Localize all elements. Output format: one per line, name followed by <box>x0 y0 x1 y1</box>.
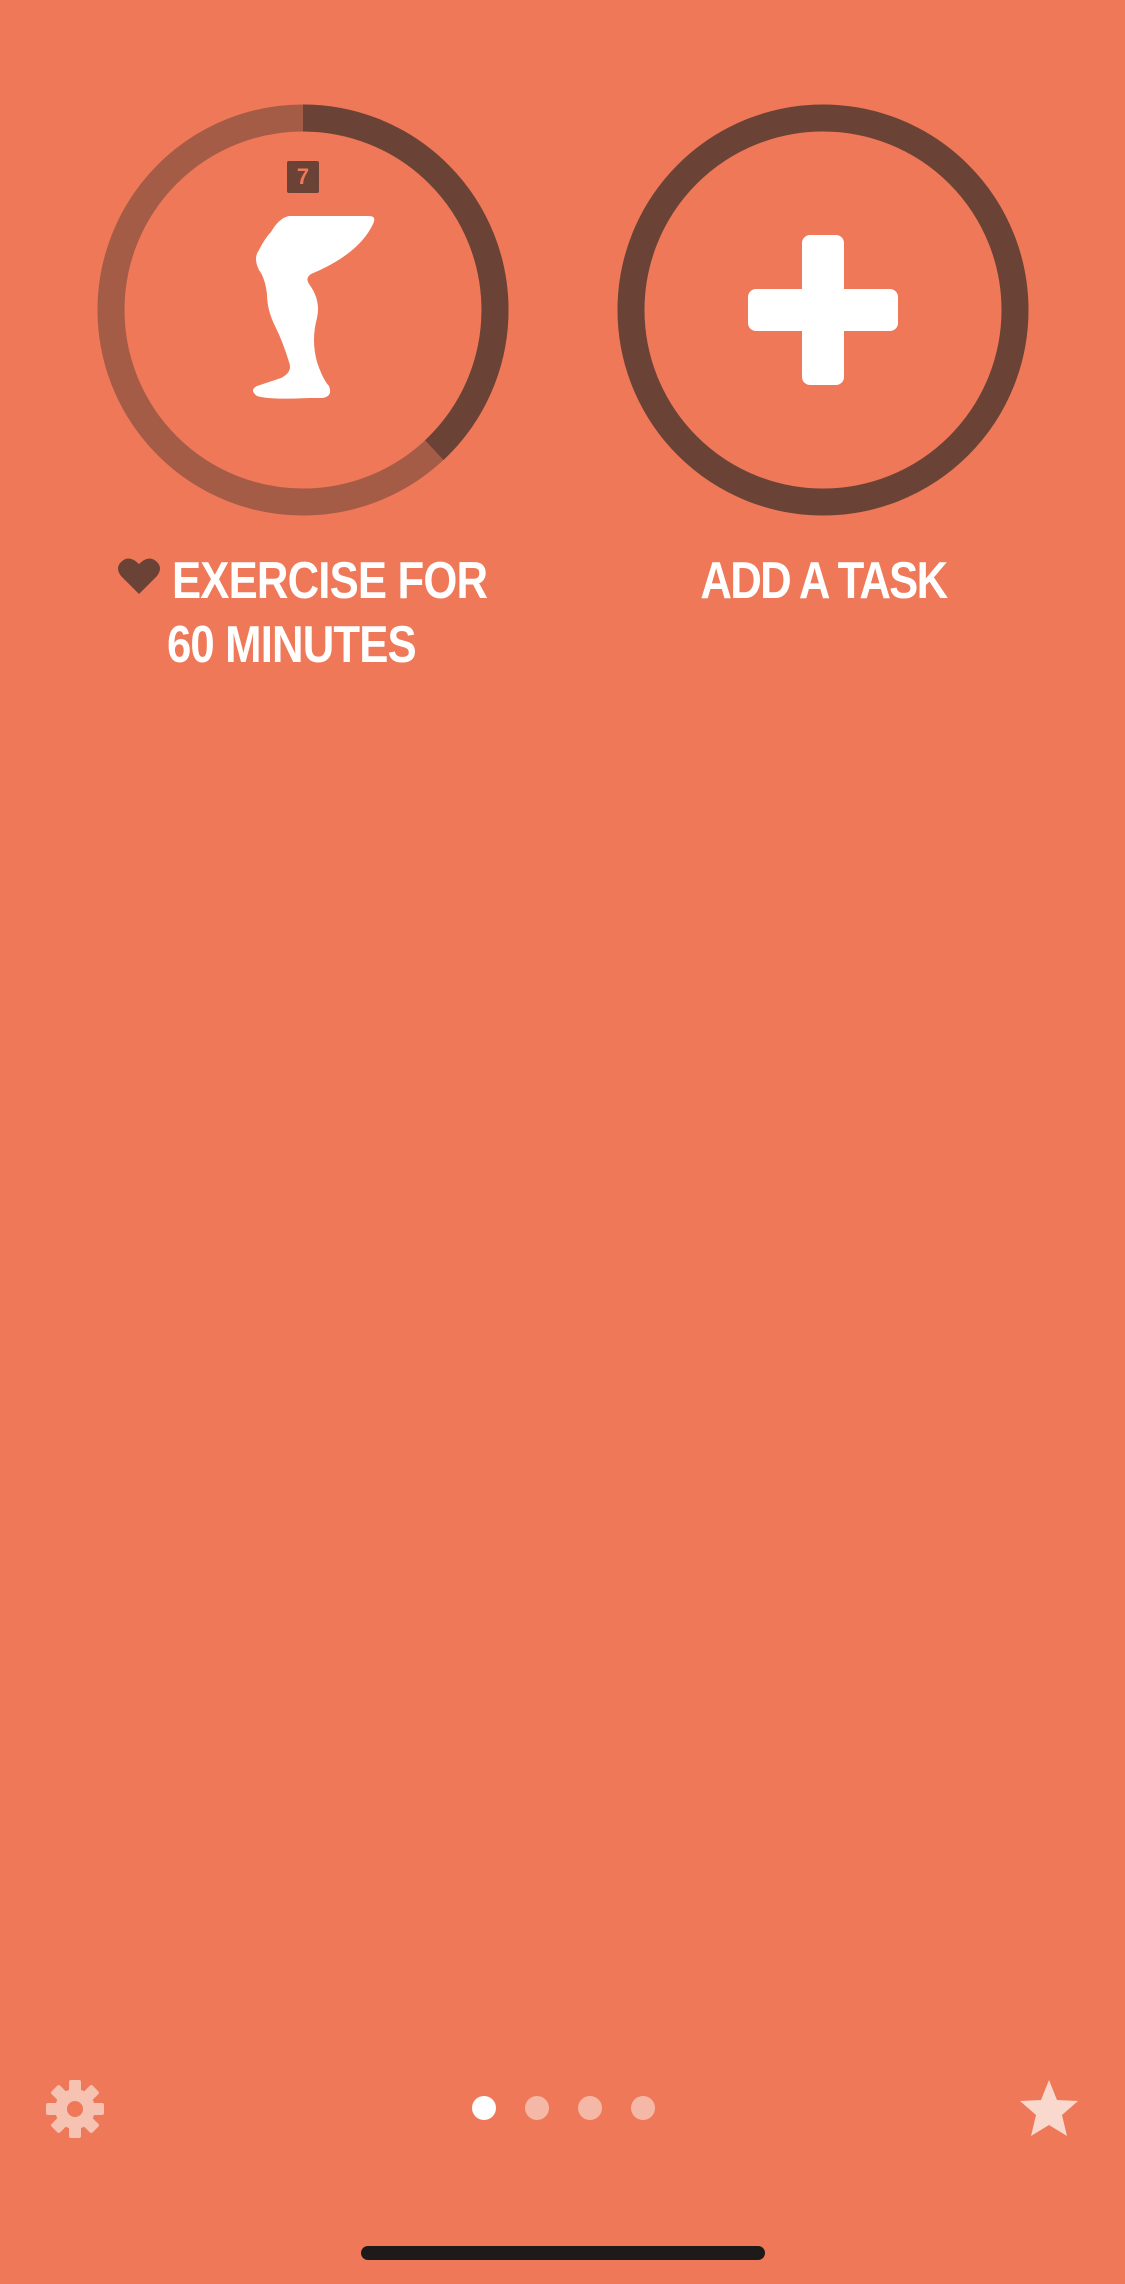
task-label-line-2: 60 MINUTES <box>166 616 417 674</box>
streak-badge: 7 <box>287 161 319 193</box>
page-dot-1[interactable] <box>472 2096 496 2120</box>
add-task-label: ADD A TASK <box>617 549 1029 613</box>
add-task-label-text: ADD A TASK <box>699 552 948 610</box>
home-indicator <box>361 2246 765 2260</box>
page-dot-3[interactable] <box>578 2096 602 2120</box>
star-icon[interactable] <box>1018 2078 1080 2138</box>
habit-list-screen: 7 EXERCISE FOR 60 MINUTES ADD A TASK <box>0 0 1125 2284</box>
page-dot-2[interactable] <box>525 2096 549 2120</box>
task-label: EXERCISE FOR 60 MINUTES <box>167 549 575 677</box>
page-indicator[interactable] <box>470 2096 670 2120</box>
page-dot-4[interactable] <box>631 2096 655 2120</box>
plus-icon <box>748 235 898 385</box>
heart-icon <box>118 558 160 594</box>
gear-icon[interactable] <box>46 2080 104 2138</box>
leg-icon <box>253 216 375 399</box>
task-label-line-1: EXERCISE FOR <box>172 552 488 610</box>
